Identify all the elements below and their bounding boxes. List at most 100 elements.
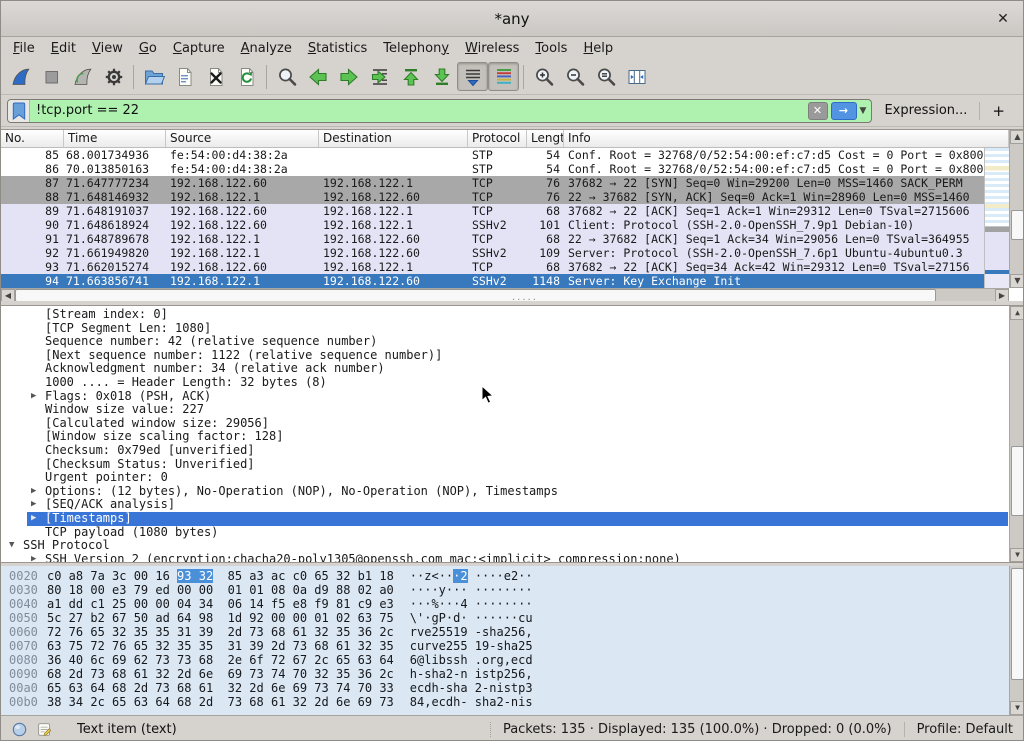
filter-history-dropdown[interactable]: ▼: [860, 106, 867, 116]
packet-row-92[interactable]: 9271.661949820192.168.122.1192.168.122.6…: [1, 246, 984, 260]
detail-row[interactable]: [Window size scaling factor: 128]: [1, 430, 1008, 444]
expand-icon[interactable]: ▶: [31, 498, 36, 512]
hex-row[interactable]: 007063 75 72 76 65 32 35 35 31 39 2d 73 …: [1, 639, 1024, 653]
packet-row-93[interactable]: 9371.662015274192.168.122.60192.168.122.…: [1, 260, 984, 274]
menu-item-go[interactable]: Go: [131, 39, 165, 58]
detail-row[interactable]: Acknowledgment number: 34 (relative ack …: [1, 362, 1008, 376]
menu-item-telephony[interactable]: Telephony: [375, 39, 457, 58]
detail-row[interactable]: Checksum: 0x79ed [unverified]: [1, 444, 1008, 458]
hex-row[interactable]: 00a065 63 64 68 2d 73 68 61 32 2d 6e 69 …: [1, 681, 1024, 695]
detail-row[interactable]: 1000 .... = Header Length: 32 bytes (8): [1, 376, 1008, 390]
menu-item-statistics[interactable]: Statistics: [300, 39, 375, 58]
expand-icon[interactable]: ▶: [31, 390, 36, 404]
go-forward-button[interactable]: [333, 62, 364, 91]
profile-selector[interactable]: Profile: Default: [904, 722, 1023, 737]
file-close-button[interactable]: [200, 62, 231, 91]
go-to-packet-button[interactable]: [364, 62, 395, 91]
scroll-down-icon[interactable]: ▼: [1010, 274, 1024, 288]
scrollbar-thumb[interactable]: [1011, 210, 1024, 240]
column-header-source[interactable]: Source: [166, 130, 319, 147]
menu-item-view[interactable]: View: [84, 39, 131, 58]
go-back-button[interactable]: [302, 62, 333, 91]
filter-bookmark-button[interactable]: [8, 100, 30, 122]
expression-button[interactable]: Expression...: [872, 103, 979, 118]
hex-vscrollbar[interactable]: ▼: [1009, 566, 1024, 715]
detail-row[interactable]: ▶[SEQ/ACK analysis]: [1, 498, 1008, 512]
detail-row[interactable]: TCP payload (1080 bytes): [1, 526, 1008, 540]
title-bar[interactable]: *any ✕: [1, 1, 1023, 37]
detail-row[interactable]: ▶[Timestamps]: [27, 512, 1008, 526]
detail-row[interactable]: Sequence number: 42 (relative sequence n…: [1, 335, 1008, 349]
column-header-length[interactable]: Length: [527, 130, 564, 147]
menu-item-wireless[interactable]: Wireless: [457, 39, 527, 58]
menu-item-capture[interactable]: Capture: [165, 39, 233, 58]
packet-row-90[interactable]: 9071.648618924192.168.122.60192.168.122.…: [1, 218, 984, 232]
menu-item-help[interactable]: Help: [575, 39, 621, 58]
colorize-button[interactable]: [488, 62, 519, 91]
resize-columns-button[interactable]: [621, 62, 652, 91]
packet-list-hscrollbar[interactable]: ◀ ▶: [1, 288, 1009, 302]
scrollbar-thumb[interactable]: [1011, 446, 1024, 516]
scrollbar-thumb[interactable]: [1011, 568, 1024, 680]
expand-icon[interactable]: ▶: [31, 485, 36, 499]
file-reload-button[interactable]: [231, 62, 262, 91]
menu-item-edit[interactable]: Edit: [43, 39, 84, 58]
hex-row[interactable]: 003080 18 00 e3 79 ed 00 00 01 01 08 0a …: [1, 583, 1024, 597]
detail-row[interactable]: ▶Flags: 0x018 (PSH, ACK): [1, 390, 1008, 404]
column-header-destination[interactable]: Destination: [319, 130, 468, 147]
detail-row[interactable]: ▶SSH Version 2 (encryption:chacha20-poly…: [1, 553, 1008, 563]
zoom-reset-button[interactable]: [590, 62, 621, 91]
hex-row[interactable]: 0040a1 dd c1 25 00 00 04 34 06 14 f5 e8 …: [1, 597, 1024, 611]
detail-row[interactable]: Urgent pointer: 0: [1, 471, 1008, 485]
scroll-up-icon[interactable]: ▲: [1010, 130, 1024, 144]
detail-row[interactable]: [Checksum Status: Unverified]: [1, 458, 1008, 472]
detail-row[interactable]: [Stream index: 0]: [1, 308, 1008, 322]
column-header-protocol[interactable]: Protocol: [468, 130, 527, 147]
detail-row[interactable]: [Calculated window size: 29056]: [1, 417, 1008, 431]
packet-row-86[interactable]: 8670.013850163fe:54:00:d4:38:2aSTP54Conf…: [1, 162, 984, 176]
close-button[interactable]: ✕: [993, 9, 1013, 29]
details-vscrollbar[interactable]: ▲ ▼: [1009, 306, 1024, 562]
expand-icon[interactable]: ▶: [31, 512, 36, 526]
capture-comment-icon[interactable]: [36, 721, 53, 738]
hex-row[interactable]: 00505c 27 b2 67 50 ad 64 98 1d 92 00 00 …: [1, 611, 1024, 625]
packet-row-85[interactable]: 8568.001734936fe:54:00:d4:38:2aSTP54Conf…: [1, 148, 984, 162]
packet-row-91[interactable]: 9171.648789678192.168.122.1192.168.122.6…: [1, 232, 984, 246]
packet-row-94[interactable]: 9471.663856741192.168.122.1192.168.122.6…: [1, 274, 984, 288]
menu-item-analyze[interactable]: Analyze: [233, 39, 300, 58]
packet-list-minimap[interactable]: [984, 148, 1009, 288]
detail-row[interactable]: Window size value: 227: [1, 403, 1008, 417]
scroll-down-icon[interactable]: ▼: [1010, 548, 1024, 562]
column-header-info[interactable]: Info: [564, 130, 1009, 147]
capture-stop-button[interactable]: [36, 62, 67, 91]
add-filter-button[interactable]: +: [980, 102, 1017, 120]
expert-info-icon[interactable]: [11, 721, 28, 738]
filter-apply-button[interactable]: →: [831, 102, 857, 120]
scroll-down-icon[interactable]: ▼: [1010, 701, 1024, 715]
column-header-time[interactable]: Time: [64, 130, 166, 147]
collapse-icon[interactable]: ▼: [9, 539, 14, 553]
packet-row-88[interactable]: 8871.648146932192.168.122.1192.168.122.6…: [1, 190, 984, 204]
detail-row[interactable]: [Next sequence number: 1122 (relative se…: [1, 349, 1008, 363]
go-bottom-button[interactable]: [426, 62, 457, 91]
menu-item-tools[interactable]: Tools: [527, 39, 575, 58]
expand-icon[interactable]: ▶: [31, 553, 36, 563]
packet-row-89[interactable]: 8971.648191037192.168.122.60192.168.122.…: [1, 204, 984, 218]
menu-item-file[interactable]: File: [5, 39, 43, 58]
hex-row[interactable]: 008036 40 6c 69 62 73 73 68 2e 6f 72 67 …: [1, 653, 1024, 667]
hex-row[interactable]: 00b038 34 2c 65 63 64 68 2d 73 68 61 32 …: [1, 695, 1024, 709]
filter-input[interactable]: [30, 103, 808, 118]
detail-row[interactable]: ▼SSH Protocol: [1, 539, 1008, 553]
hex-row[interactable]: 006072 76 65 32 35 35 31 39 2d 73 68 61 …: [1, 625, 1024, 639]
packet-list-vscrollbar[interactable]: ▲ ▼: [1009, 130, 1024, 288]
filter-clear-button[interactable]: ✕: [808, 102, 828, 120]
hex-row[interactable]: 009068 2d 73 68 61 32 2d 6e 69 73 74 70 …: [1, 667, 1024, 681]
zoom-in-button[interactable]: [528, 62, 559, 91]
hex-row[interactable]: 0020c0 a8 7a 3c 00 16 93 32 85 a3 ac c0 …: [1, 569, 1024, 583]
scroll-up-icon[interactable]: ▲: [1010, 306, 1024, 320]
capture-start-button[interactable]: [5, 62, 36, 91]
find-packet-button[interactable]: [271, 62, 302, 91]
zoom-out-button[interactable]: [559, 62, 590, 91]
capture-restart-button[interactable]: [67, 62, 98, 91]
file-open-button[interactable]: [138, 62, 169, 91]
